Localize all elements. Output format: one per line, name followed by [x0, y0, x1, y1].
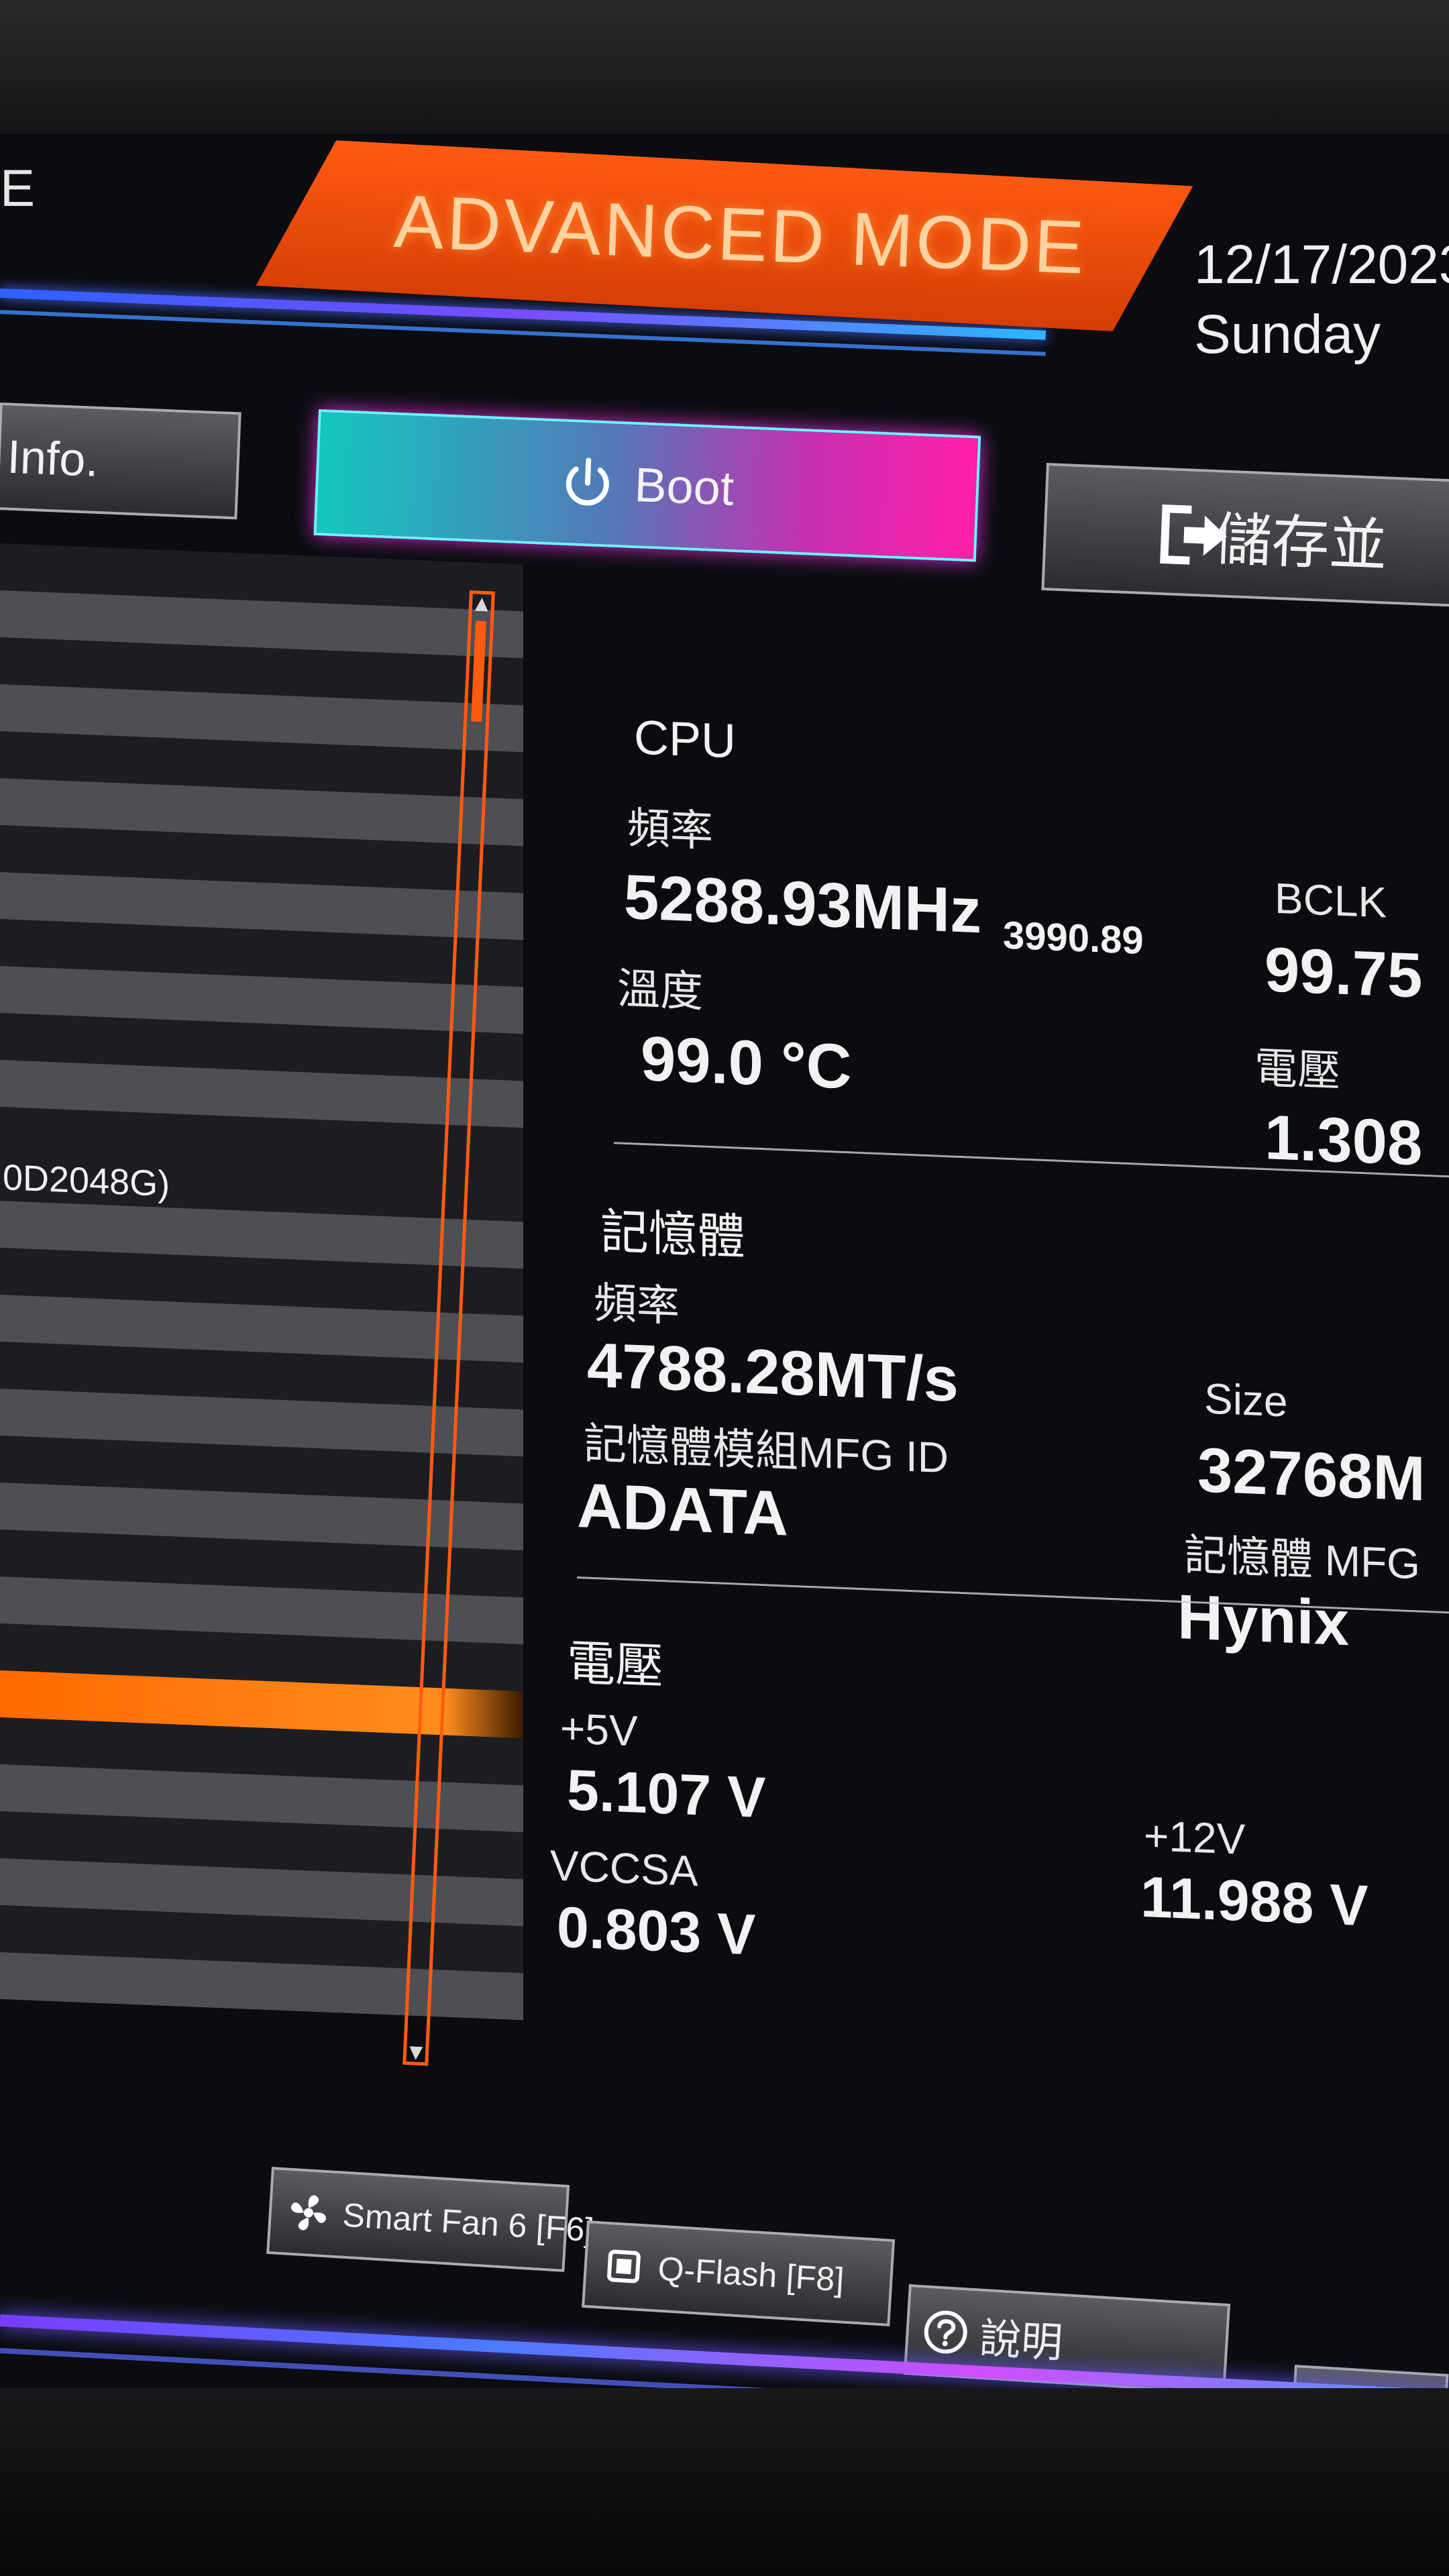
vccsa-label: VCCSA — [550, 1841, 698, 1896]
chip-icon — [607, 2249, 641, 2284]
cpu-frequency-value: 5288.93MHz — [624, 861, 981, 947]
memory-chip-mfg-label: 記憶體 MFG — [1184, 1530, 1420, 1589]
fan-icon — [291, 2195, 326, 2231]
v12-label: +12V — [1144, 1811, 1246, 1864]
qflash-label: Q-Flash [F8] — [657, 2249, 845, 2299]
memory-size-label: Size — [1204, 1374, 1288, 1426]
bclk-value: 99.75 — [1265, 934, 1423, 1011]
memory-chip-mfg-value: Hynix — [1177, 1580, 1349, 1659]
bclk-label: BCLK — [1275, 873, 1387, 927]
help-icon — [924, 2310, 967, 2353]
v5-label: +5V — [560, 1703, 638, 1756]
smart-fan-button[interactable]: Smart Fan 6 [F6] — [266, 2167, 595, 2272]
memory-module-mfg-value: ADATA — [577, 1470, 789, 1549]
cpu-frequency-label: 頻率 — [627, 804, 713, 856]
cpu-frequency-secondary: 3990.89 — [1003, 913, 1144, 963]
memory-frequency-value: 4788.28MT/s — [587, 1329, 959, 1415]
cpu-voltage-label: 電壓 — [1254, 1043, 1340, 1095]
voltage-heading: 電壓 — [567, 1636, 664, 1695]
bios-screen: E ADVANCED MODE 12/17/2023 Sunday Info. … — [0, 0, 1449, 2576]
cpu-heading: CPU — [634, 710, 737, 769]
v12-value: 11.988 V — [1140, 1864, 1368, 1939]
hardware-info-panel: CPU 頻率 5288.93MHz 3990.89 溫度 99.0 °C BCL… — [0, 0, 1449, 2576]
v5-value: 5.107 V — [567, 1758, 766, 1831]
cpu-temperature-value: 99.0 °C — [641, 1022, 852, 1102]
smart-fan-label: Smart Fan 6 [F6] — [341, 2196, 595, 2249]
vccsa-value: 0.803 V — [557, 1894, 756, 1968]
memory-size-value: 32768M — [1197, 1434, 1426, 1514]
help-label: 說明 — [978, 2315, 1065, 2367]
memory-frequency-label: 頻率 — [594, 1279, 680, 1331]
memory-heading: 記憶體 — [600, 1205, 746, 1265]
monitor-bezel-bottom — [0, 2388, 1449, 2576]
cpu-temperature-label: 溫度 — [617, 964, 703, 1016]
cpu-voltage-value: 1.308 — [1265, 1102, 1423, 1179]
